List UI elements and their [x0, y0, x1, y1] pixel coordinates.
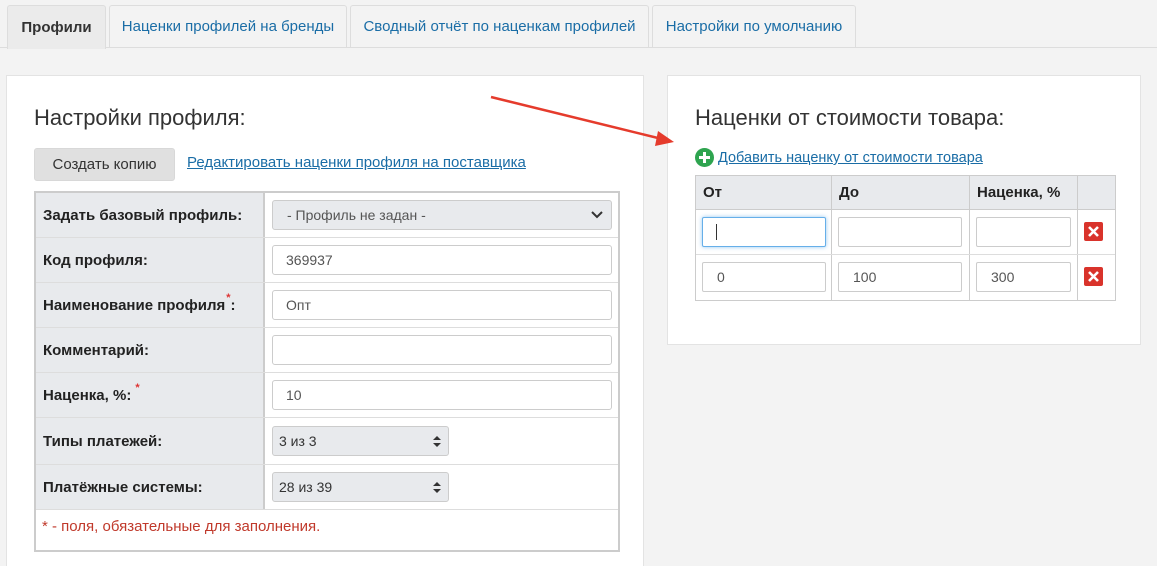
tab-bar: Профили Наценки профилей на бренды Сводн… [0, 0, 1157, 49]
table-row [696, 210, 1115, 255]
markup-label: Наценка, %: * [36, 373, 265, 417]
required-fields-note: * - поля, обязательные для заполнения. [42, 518, 321, 535]
cost-markups-table: От До Наценка, % 0 100 300 [695, 175, 1116, 301]
required-mark: * [135, 382, 140, 394]
required-mark: * [226, 292, 231, 304]
base-profile-label: Задать базовый профиль: [36, 193, 265, 237]
delete-row-button[interactable] [1084, 267, 1103, 286]
markup-label-text: Наценка, %: [43, 386, 132, 404]
payment-systems-label: Платёжные системы: [36, 465, 265, 509]
from-input[interactable] [702, 217, 826, 247]
tab-default-settings[interactable]: Настройки по умолчанию [652, 5, 856, 47]
plus-circle-icon[interactable] [695, 148, 714, 167]
delete-row-button[interactable] [1084, 222, 1103, 241]
tab-profiles[interactable]: Профили [7, 5, 106, 49]
delete-icon [1088, 226, 1099, 237]
col-markup-header: Наценка, % [970, 176, 1078, 209]
profile-settings-panel: Настройки профиля: Создать копию Редакти… [6, 75, 644, 566]
chevron-down-icon [591, 211, 603, 219]
form-row-base-profile: Задать базовый профиль: - Профиль не зад… [36, 193, 618, 238]
profile-name-input[interactable]: Опт [272, 290, 612, 320]
payment-systems-select[interactable]: 28 из 39 [272, 472, 449, 502]
name-label: Наименование профиля *: [36, 283, 265, 327]
updown-icon [433, 436, 441, 447]
create-copy-button[interactable]: Создать копию [34, 148, 175, 181]
delete-icon [1088, 271, 1099, 282]
payment-types-label: Типы платежей: [36, 418, 265, 464]
table-header: От До Наценка, % [696, 176, 1115, 210]
form-row-name: Наименование профиля *: Опт [36, 283, 618, 328]
form-row-comment: Комментарий: [36, 328, 618, 373]
payment-systems-value: 28 из 39 [279, 479, 333, 495]
base-profile-value: - Профиль не задан - [287, 207, 426, 223]
to-input[interactable]: 100 [838, 262, 962, 292]
text-caret [716, 224, 717, 240]
col-from-header: От [696, 176, 832, 209]
name-label-suffix: : [230, 296, 236, 314]
cost-markups-title: Наценки от стоимости товара: [695, 105, 1005, 130]
tab-brand-markups[interactable]: Наценки профилей на бренды [109, 5, 347, 47]
to-input[interactable] [838, 217, 962, 247]
base-profile-select[interactable]: - Профиль не задан - [272, 200, 612, 230]
profile-code-input[interactable]: 369937 [272, 245, 612, 275]
add-cost-markup-link[interactable]: Добавить наценку от стоимости товара [718, 150, 983, 166]
updown-icon [433, 482, 441, 493]
cost-markups-panel: Наценки от стоимости товара: Добавить на… [667, 75, 1141, 345]
name-label-text: Наименование профиля [43, 296, 226, 314]
form-row-payment-systems: Платёжные системы: 28 из 39 [36, 465, 618, 510]
payment-types-value: 3 из 3 [279, 433, 317, 449]
profile-form: Задать базовый профиль: - Профиль не зад… [34, 191, 620, 552]
col-actions-header [1078, 176, 1115, 209]
tab-summary-report[interactable]: Сводный отчёт по наценкам профилей [350, 5, 649, 47]
form-row-markup: Наценка, %: * 10 [36, 373, 618, 418]
profile-settings-title: Настройки профиля: [34, 105, 246, 130]
markup-percent-input[interactable]: 300 [976, 262, 1071, 292]
from-input[interactable]: 0 [702, 262, 826, 292]
markup-percent-input[interactable] [976, 217, 1071, 247]
comment-input[interactable] [272, 335, 612, 365]
form-row-code: Код профиля: 369937 [36, 238, 618, 283]
code-label: Код профиля: [36, 238, 265, 282]
col-to-header: До [832, 176, 970, 209]
comment-label: Комментарий: [36, 328, 265, 372]
edit-supplier-markups-link[interactable]: Редактировать наценки профиля на поставщ… [187, 154, 526, 171]
table-row: 0 100 300 [696, 255, 1115, 300]
form-row-payment-types: Типы платежей: 3 из 3 [36, 418, 618, 465]
payment-types-select[interactable]: 3 из 3 [272, 426, 449, 456]
markup-input[interactable]: 10 [272, 380, 612, 410]
